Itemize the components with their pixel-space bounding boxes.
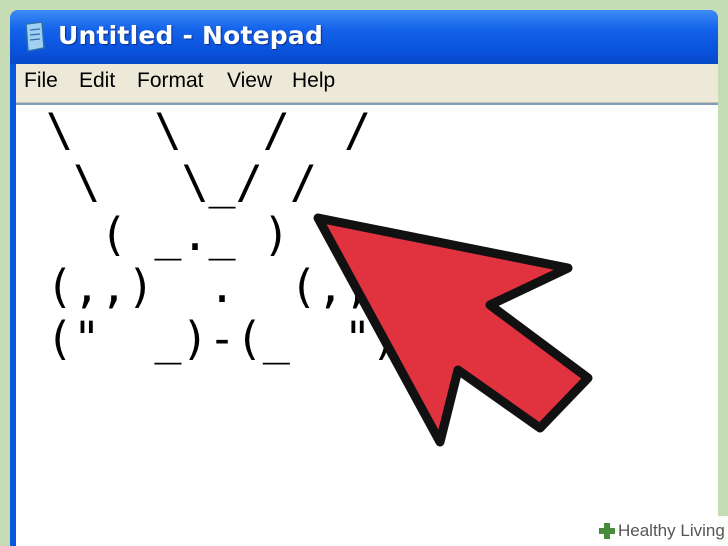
menu-format[interactable]: Format bbox=[137, 69, 204, 93]
text-editor[interactable]: \ \ / / \ \_/ / ( _._ ) (,,) . (,,) (" _… bbox=[16, 103, 718, 546]
cross-icon bbox=[599, 523, 615, 539]
watermark-brand: Healthy Living bbox=[618, 521, 725, 540]
editor-text: \ \ / / \ \_/ / ( _._ ) (,,) . (,,) (" _… bbox=[46, 105, 398, 365]
notepad-window: Untitled - Notepad File Edit Format View… bbox=[10, 10, 718, 546]
menu-bar: File Edit Format View Help bbox=[16, 64, 718, 103]
menu-edit[interactable]: Edit bbox=[79, 69, 115, 93]
editor-line: (" _)-(_ ") bbox=[46, 312, 399, 365]
menu-help[interactable]: Help bbox=[292, 69, 335, 93]
title-bar[interactable]: Untitled - Notepad bbox=[10, 10, 718, 64]
notepad-icon bbox=[25, 22, 45, 52]
editor-line: \ \_/ / bbox=[46, 156, 317, 209]
menu-file[interactable]: File bbox=[24, 69, 58, 93]
window-title: Untitled - Notepad bbox=[58, 21, 324, 50]
editor-line: (,,) . (,,) bbox=[46, 260, 399, 313]
editor-line: \ \ / / bbox=[46, 104, 372, 157]
watermark: Healthy Living bbox=[594, 516, 728, 546]
menu-view[interactable]: View bbox=[227, 69, 272, 93]
notepad-client-area: File Edit Format View Help \ \ / / \ \_/… bbox=[16, 64, 718, 546]
editor-line: ( _._ ) bbox=[46, 208, 290, 261]
